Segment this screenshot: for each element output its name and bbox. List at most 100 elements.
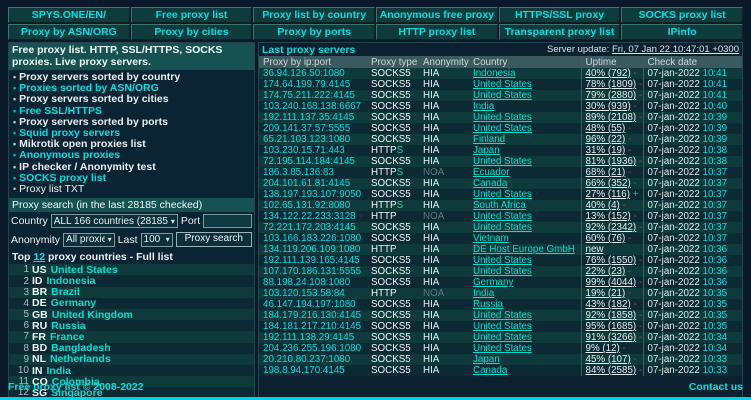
uptime-link[interactable]: 84% (2585) <box>586 365 637 376</box>
country-link[interactable]: United States <box>473 112 532 123</box>
proxy-search-button[interactable]: Proxy search <box>176 232 252 247</box>
anonymity-select[interactable]: All proxie ▾ <box>63 233 115 247</box>
nav-button[interactable]: Proxy by cities <box>131 24 253 40</box>
country-link[interactable]: Germany <box>51 297 97 309</box>
nav-button[interactable]: Anonymous free proxy <box>376 7 498 23</box>
uptime-link[interactable]: 31% (19) <box>586 145 626 156</box>
country-link[interactable]: United States <box>473 310 532 321</box>
anonymity-level: HIA <box>419 189 469 200</box>
country-link[interactable]: France <box>50 331 84 343</box>
country-link[interactable]: Finland <box>473 134 505 145</box>
check-time: 10:36 <box>703 255 728 266</box>
uptime-link[interactable]: 22% (23) <box>586 266 626 277</box>
nav-button[interactable]: Proxy by ports <box>253 24 375 40</box>
trend-down-icon: - <box>620 343 626 354</box>
uptime-link[interactable]: 19% (21) <box>586 288 626 299</box>
uptime-link[interactable]: 13% (152) <box>586 211 631 222</box>
proxy-country: Finland <box>469 134 581 145</box>
country-link[interactable]: United Kingdom <box>52 309 133 321</box>
menu-item-label: Free SSL/HTTPS <box>19 105 102 117</box>
nav-button[interactable]: Proxy list by country <box>253 7 375 23</box>
sidebar-menu-item[interactable]: •Proxy list TXT <box>11 184 254 195</box>
country-link[interactable]: Vietnam <box>473 233 509 244</box>
country-link[interactable]: Russia <box>473 299 503 310</box>
country-select[interactable]: ALL 166 countries (28185 pr ▾ <box>51 214 178 228</box>
uptime-link[interactable]: 95% (1685) <box>586 321 637 332</box>
uptime-link[interactable]: new <box>586 244 604 255</box>
uptime-link[interactable]: 60% (76) <box>586 233 626 244</box>
uptime-link[interactable]: 68% (21) <box>586 167 626 178</box>
last-select[interactable]: 100 ▾ <box>141 233 173 247</box>
country-link[interactable]: India <box>473 288 494 299</box>
country-link[interactable]: United States <box>473 211 532 222</box>
country-link[interactable]: United States <box>473 90 532 101</box>
uptime-link[interactable]: 43% (182) <box>586 299 631 310</box>
country-link[interactable]: United States <box>473 332 532 343</box>
country-link[interactable]: India <box>473 101 494 112</box>
footer-copyright-link[interactable]: Free proxy list © 2008-2022 <box>8 381 144 393</box>
menu-item-label: Proxies sorted by ASN/ORG <box>19 82 159 94</box>
contact-us-link[interactable]: Contact us <box>689 381 743 393</box>
uptime-link[interactable]: 27% (116) <box>586 189 630 200</box>
uptime-link[interactable]: 96% (22) <box>586 134 626 145</box>
nav-button[interactable]: SOCKS proxy list <box>621 7 743 23</box>
country-link[interactable]: United States <box>473 222 532 233</box>
proxy-country: Japan <box>469 354 581 365</box>
nav-button[interactable]: HTTP proxy list <box>376 24 498 40</box>
uptime-link[interactable]: 45% (107) <box>586 354 631 365</box>
country-link[interactable]: United States <box>473 321 532 332</box>
port-input[interactable] <box>203 214 252 228</box>
country-link[interactable]: United States <box>473 255 532 266</box>
country-link[interactable]: Netherlands <box>50 353 111 365</box>
uptime-link[interactable]: 92% (1858) <box>586 310 637 321</box>
nav-button[interactable]: HTTPS/SSL proxy <box>499 7 621 23</box>
nav-button[interactable]: SPYS.ONE/EN/ <box>8 7 130 23</box>
country-link[interactable]: Bangladesh <box>51 342 111 354</box>
country-link[interactable]: United States <box>473 266 532 277</box>
uptime-link[interactable]: 76% (1550) <box>586 255 637 266</box>
uptime-link[interactable]: 40% (792) <box>586 68 631 79</box>
country-link[interactable]: United States <box>473 156 532 167</box>
uptime-link[interactable]: 66% (352) <box>586 178 631 189</box>
uptime-link[interactable]: 91% (3266) <box>586 332 637 343</box>
uptime-link[interactable]: 48% (55) <box>586 123 626 134</box>
uptime-link[interactable]: 81% (1936) <box>586 156 637 167</box>
country-link[interactable]: Germany <box>473 277 513 288</box>
nav-button[interactable]: Free proxy list <box>131 7 253 23</box>
country-link[interactable]: United States <box>51 264 118 276</box>
country-link[interactable]: United States <box>473 189 532 200</box>
uptime-link[interactable]: 78% (1809) <box>586 79 637 90</box>
uptime-link[interactable]: 9% (12) <box>586 343 620 354</box>
uptime-link[interactable]: 79% (2880) <box>586 90 637 101</box>
proxy-row: 138.197.193.107:9050SOCKS5HIAUnited Stat… <box>259 189 742 200</box>
uptime-link[interactable]: 92% (2342) <box>586 222 637 233</box>
nav-button[interactable]: IPinfo <box>621 24 743 40</box>
country-link[interactable]: United States <box>473 123 532 134</box>
country-link[interactable]: DE Host Europe GmbH <box>473 244 575 255</box>
nav-button[interactable]: Transparent proxy list <box>499 24 621 40</box>
country-link[interactable]: United States <box>473 343 532 354</box>
anonymity-level: HIA <box>419 123 469 134</box>
top-count-link[interactable]: 12 <box>33 251 45 263</box>
country-link[interactable]: Japan <box>473 354 500 365</box>
uptime-link[interactable]: 99% (4044) <box>586 277 637 288</box>
country-link[interactable]: Ecuador <box>473 167 510 178</box>
country-link[interactable]: Indonesia <box>473 68 516 79</box>
proxy-ip-port: 204.101.61.81:4145 <box>259 178 367 189</box>
country-link[interactable]: Japan <box>473 145 500 156</box>
nav-button[interactable]: Proxy by ASN/ORG <box>8 24 130 40</box>
uptime-link[interactable]: 40% (4) <box>586 200 620 211</box>
country-link[interactable]: Canada <box>473 178 507 189</box>
country-link[interactable]: South Africa <box>473 200 526 211</box>
check-time: 10:41 <box>703 90 728 101</box>
country-link[interactable]: Indonesia <box>47 275 96 287</box>
country-link[interactable]: Russia <box>51 320 85 332</box>
proxy-row: 204.236.255.196:1080SOCKS5HIAUnited Stat… <box>259 343 742 354</box>
uptime-link[interactable]: 89% (2108) <box>586 112 637 123</box>
country-link[interactable]: Canada <box>473 365 507 376</box>
server-update-link[interactable]: Fri, 07 Jan 22 10:47:01 +0300 <box>612 44 739 55</box>
country-link[interactable]: India <box>47 365 72 377</box>
uptime-link[interactable]: 30% (939) <box>586 101 631 112</box>
country-link[interactable]: United States <box>473 79 532 90</box>
country-link[interactable]: Brazil <box>51 286 80 298</box>
